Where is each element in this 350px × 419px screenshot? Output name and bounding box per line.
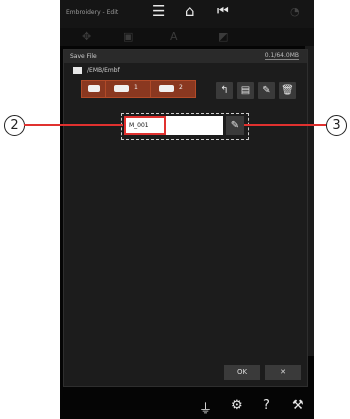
dialog-header: Save File 0.1/64.0MB: [64, 50, 307, 63]
help-icon[interactable]: ?: [263, 398, 270, 413]
trash-icon: 🗑: [281, 85, 294, 96]
status-bar: Embroidery - Edit ☰ ⌂ ⏮ ◔: [60, 0, 314, 28]
text-icon[interactable]: A: [170, 30, 178, 43]
wifi-icon: ◔: [290, 5, 300, 18]
dialog-title: Save File: [70, 53, 97, 60]
usb1-label: 1: [134, 84, 138, 91]
callout-3: 3: [326, 115, 347, 136]
pencil-icon: ✎: [262, 85, 271, 96]
current-path: /EMB/Embf: [87, 67, 120, 74]
up-arrow-icon: ↰: [220, 85, 229, 96]
machine-icon: [73, 67, 82, 74]
edit-name-button[interactable]: ✎: [226, 116, 244, 135]
pencil-icon: ✎: [230, 120, 240, 131]
rename-button[interactable]: ✎: [258, 82, 275, 99]
frame-icon[interactable]: ▣: [123, 30, 133, 43]
device-screen: Embroidery - Edit ☰ ⌂ ⏮ ◔ ✥ ▣ A ◩ Save F…: [60, 0, 314, 419]
settings-icon[interactable]: ⚙: [231, 398, 243, 413]
machine-icon: [88, 85, 100, 92]
wrench-icon[interactable]: ⚒: [292, 398, 304, 413]
app-title: Embroidery - Edit: [66, 9, 119, 16]
needle-icon[interactable]: ⏚: [199, 398, 212, 417]
callout-2-leader: [24, 124, 123, 126]
skip-icon[interactable]: ⏮: [217, 4, 229, 19]
image-icon[interactable]: ◩: [218, 30, 228, 43]
new-folder-button[interactable]: ▤: [237, 82, 254, 99]
usb2-label: 2: [179, 84, 183, 91]
usb1-button[interactable]: 1: [105, 80, 151, 98]
usb-icon: [114, 85, 129, 92]
cancel-button[interactable]: ✕: [265, 365, 301, 380]
ok-button[interactable]: OK: [224, 365, 260, 380]
memory-usage: 0.1/64.0MB: [264, 52, 299, 60]
filename-value[interactable]: M_001: [129, 122, 149, 129]
edit-toolbar: ✥ ▣ A ◩: [60, 28, 314, 46]
home-icon[interactable]: ⌂: [185, 4, 195, 19]
usb2-button[interactable]: 2: [150, 80, 196, 98]
move-icon[interactable]: ✥: [82, 30, 91, 43]
save-file-dialog: Save File 0.1/64.0MB /EMB/Embf 1 2 ↰ ▤ ✎…: [63, 49, 308, 387]
new-folder-icon: ▤: [240, 85, 251, 96]
callout-2: 2: [4, 115, 25, 136]
bottom-bar: ⏚ ⚙ ? ⚒: [60, 394, 314, 419]
delete-button[interactable]: 🗑: [279, 82, 296, 99]
menu-icon[interactable]: ☰: [152, 4, 165, 19]
callout-3-leader: [244, 124, 326, 126]
up-folder-button[interactable]: ↰: [216, 82, 233, 99]
usb-icon: [159, 85, 174, 92]
